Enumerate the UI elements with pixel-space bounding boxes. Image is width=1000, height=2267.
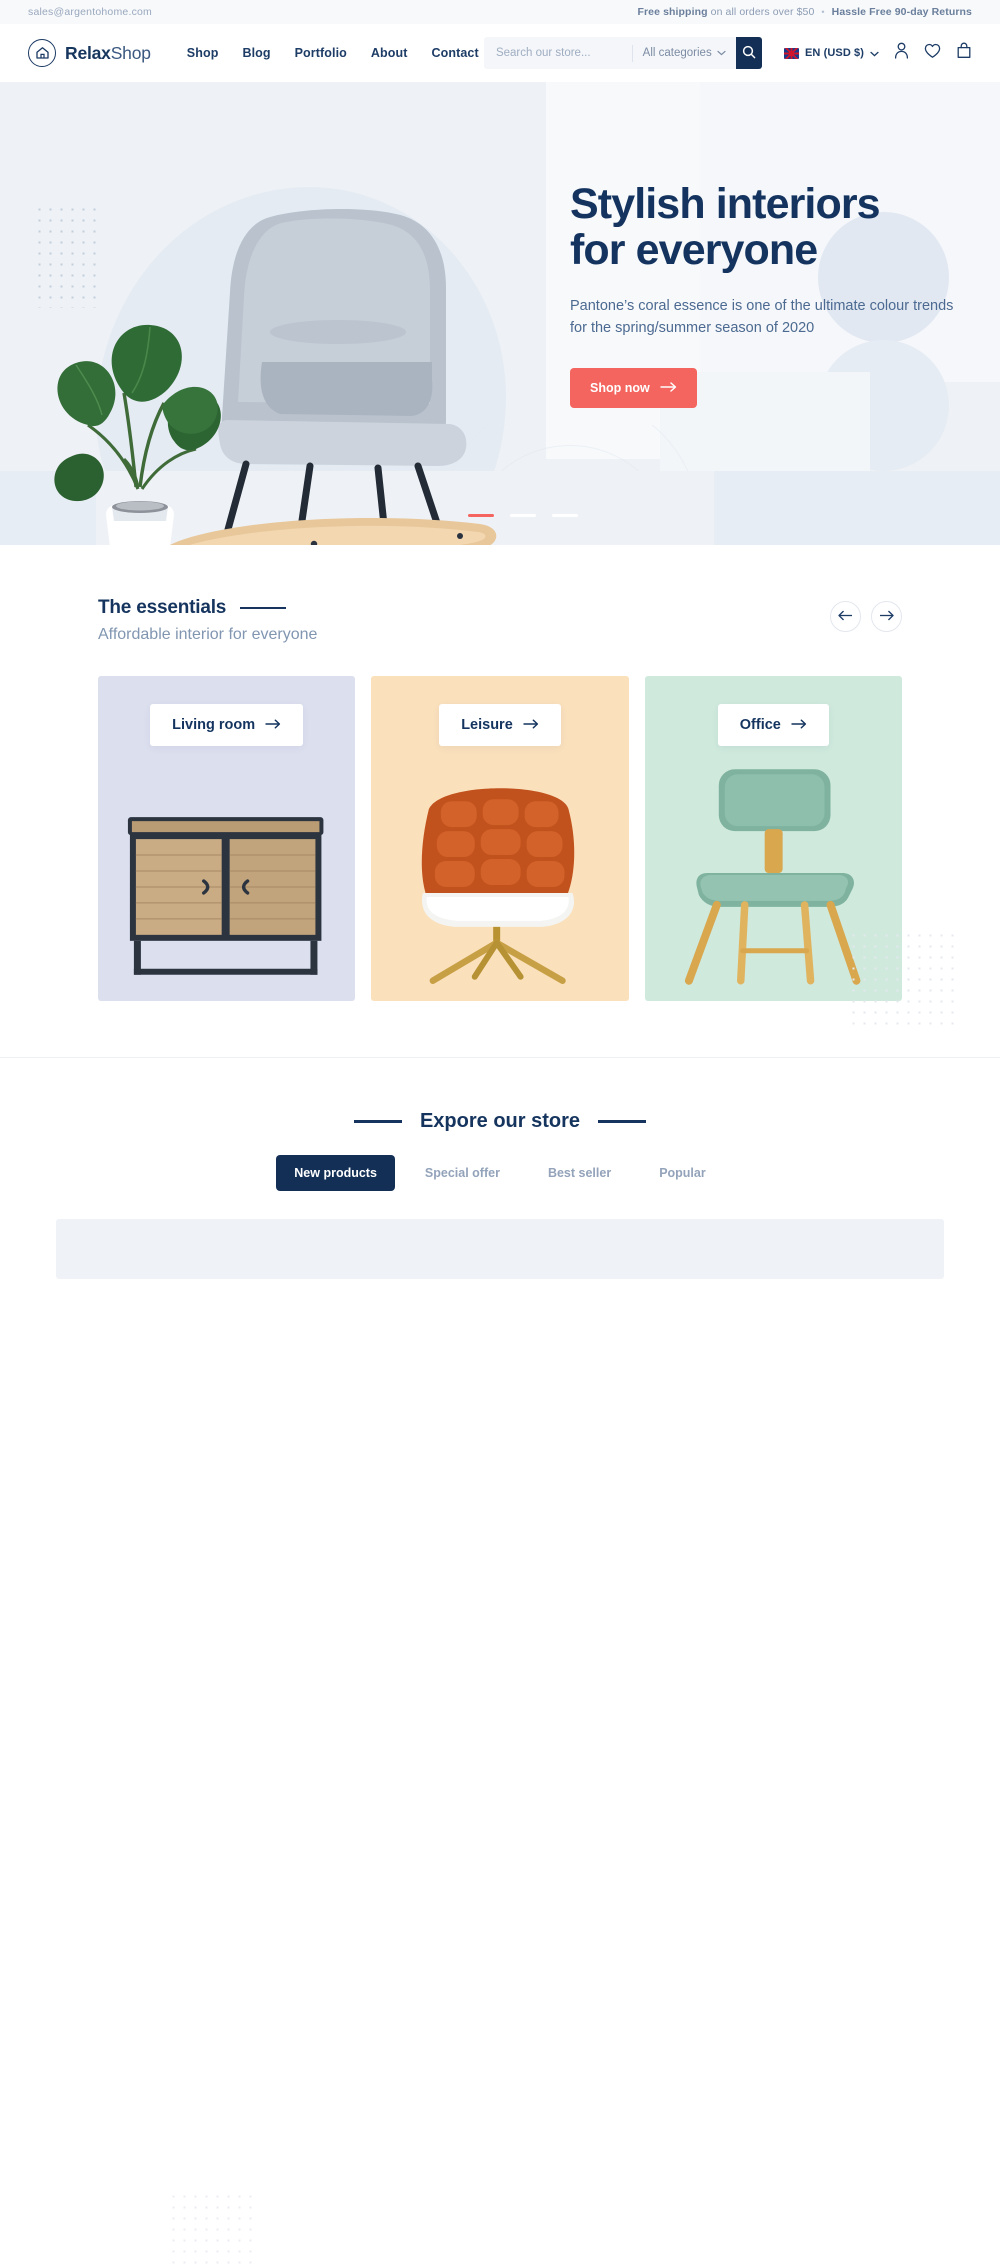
arrow-right-icon — [265, 717, 281, 733]
nav-item-blog[interactable]: Blog — [242, 46, 270, 60]
essentials-section: The essentials Affordable interior for e… — [0, 545, 1000, 1030]
hero-title-line1: Stylish interiors — [570, 180, 881, 228]
category-card-button[interactable]: Office — [717, 704, 829, 746]
hero-slide-indicator-1[interactable] — [468, 514, 494, 517]
category-card-image-sideboard — [127, 817, 324, 975]
category-select-value: All categories — [642, 47, 712, 59]
essentials-carousel-controls — [830, 601, 902, 632]
category-select[interactable]: All categories — [633, 47, 736, 59]
essentials-next-button[interactable] — [871, 601, 902, 632]
explore-dash-right — [598, 1120, 647, 1123]
nav-item-about[interactable]: About — [371, 46, 408, 60]
explore-dash-left — [353, 1120, 402, 1123]
top-announcement-bar: sales@argentohome.com Free shipping on a… — [0, 0, 1000, 24]
wishlist-button[interactable] — [924, 43, 941, 64]
explore-title: Expore our store — [419, 1110, 581, 1132]
tab-new-products[interactable]: New products — [276, 1155, 395, 1191]
tab-special-offer[interactable]: Special offer — [407, 1155, 518, 1191]
hero-slider: Stylish interiors for everyone Pantone’s… — [0, 82, 1000, 545]
logo-text-bold: Relax — [65, 42, 111, 63]
category-cards: Living room Leisure Office — [98, 676, 902, 1001]
chevron-down-icon — [870, 44, 879, 62]
hero-shop-now-label: Shop now — [590, 380, 650, 395]
logo-text-light: Shop — [110, 42, 151, 63]
hero-slider-pagination — [468, 514, 578, 517]
essentials-prev-button[interactable] — [830, 601, 861, 632]
language-currency-label: EN (USD $) — [804, 47, 864, 59]
hero-text-block: Stylish interiors for everyone Pantone’s… — [570, 180, 970, 408]
arrow-right-icon — [879, 609, 894, 624]
nav-item-portfolio[interactable]: Portfolio — [295, 46, 347, 60]
arrow-right-icon — [660, 381, 677, 395]
explore-section: Expore our store New products Special of… — [0, 1057, 1000, 2267]
hero-title-line2: for everyone — [570, 225, 818, 274]
nav-item-contact[interactable]: Contact — [432, 46, 479, 60]
search-input[interactable] — [483, 37, 632, 69]
house-in-circle-icon — [28, 39, 56, 67]
category-card-button[interactable]: Living room — [150, 704, 304, 746]
site-header: RelaxShop Shop Blog Portfolio About Cont… — [0, 24, 1000, 82]
category-card-label: Office — [739, 717, 781, 733]
explore-tabs: New products Special offer Best seller P… — [0, 1155, 1000, 1191]
category-card-leisure[interactable]: Leisure — [371, 676, 629, 1001]
essentials-titles: The essentials Affordable interior for e… — [98, 597, 317, 644]
essentials-title-row: The essentials — [98, 597, 317, 619]
arrow-left-icon — [838, 609, 853, 624]
uk-flag-icon — [783, 47, 799, 59]
chevron-down-icon — [717, 47, 726, 59]
free-shipping-message: Free shipping on all orders over $50 — [637, 6, 814, 18]
essentials-title-dash — [240, 606, 287, 610]
header-actions: EN (USD $) — [783, 42, 972, 64]
explore-dot-grid-left — [168, 2191, 254, 2267]
arrow-right-icon — [523, 717, 539, 733]
cart-button[interactable] — [956, 42, 972, 64]
language-currency-selector[interactable]: EN (USD $) — [783, 44, 879, 62]
explore-header: Expore our store — [0, 1110, 1000, 1133]
essentials-subtitle: Affordable interior for everyone — [98, 626, 318, 643]
category-card-label: Living room — [172, 717, 256, 733]
category-card-image-lounge-chair — [422, 788, 575, 984]
hero-decorative-plant — [54, 324, 221, 545]
search-submit-button[interactable] — [735, 37, 762, 69]
free-shipping-strong: Free shipping — [637, 6, 708, 18]
support-email-link[interactable]: sales@argentohome.com — [28, 6, 152, 18]
returns-message: Hassle Free 90-day Returns — [831, 6, 972, 18]
category-card-living-room[interactable]: Living room — [98, 676, 356, 1001]
main-navigation: Shop Blog Portfolio About Contact — [187, 46, 479, 60]
essentials-title: The essentials — [98, 597, 227, 618]
hero-dot-grid-left — [34, 204, 96, 308]
promo-separator: • — [821, 7, 825, 17]
essentials-dot-grid-right — [848, 930, 956, 1030]
search-bar: All categories — [483, 37, 762, 69]
category-card-label: Leisure — [461, 717, 513, 733]
promo-messages: Free shipping on all orders over $50 • H… — [637, 6, 972, 18]
heart-icon — [924, 43, 941, 64]
category-card-button[interactable]: Leisure — [439, 704, 561, 746]
tab-popular[interactable]: Popular — [641, 1155, 724, 1191]
tab-best-seller[interactable]: Best seller — [530, 1155, 629, 1191]
hero-shop-now-button[interactable]: Shop now — [570, 367, 697, 408]
hero-subtitle: Pantone’s coral essence is one of the ul… — [570, 298, 954, 337]
explore-products-panel — [56, 1219, 944, 1279]
essentials-header: The essentials Affordable interior for e… — [98, 597, 902, 644]
free-shipping-rest: on all orders over $50 — [707, 6, 815, 18]
logo[interactable]: RelaxShop — [28, 39, 151, 67]
hero-slide-indicator-3[interactable] — [552, 514, 578, 517]
shopping-bag-icon — [956, 42, 972, 64]
account-button[interactable] — [894, 42, 909, 64]
hero-title: Stylish interiors for everyone — [570, 180, 970, 274]
magnifier-icon — [742, 45, 756, 62]
arrow-right-icon — [791, 717, 807, 733]
logo-text: RelaxShop — [65, 43, 151, 64]
nav-item-shop[interactable]: Shop — [187, 46, 219, 60]
user-icon — [894, 42, 909, 64]
hero-slide-indicator-2[interactable] — [510, 514, 536, 517]
